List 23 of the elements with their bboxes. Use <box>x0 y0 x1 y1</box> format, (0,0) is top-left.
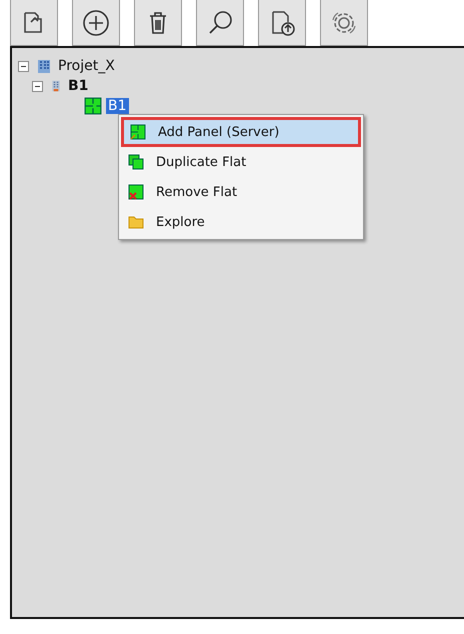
building-icon <box>50 78 62 94</box>
collapse-icon[interactable] <box>18 60 29 72</box>
toolbar-button[interactable] <box>134 0 182 46</box>
folder-icon <box>128 214 144 230</box>
floor-plan-icon <box>130 124 146 140</box>
floor-plans-icon <box>128 154 144 170</box>
toolbar-button[interactable] <box>72 0 120 46</box>
toolbar-button[interactable] <box>258 0 306 46</box>
tree-item[interactable]: B1 <box>66 78 90 94</box>
floor-plan-remove-icon <box>128 184 144 200</box>
buildings-icon <box>36 58 52 74</box>
menu-item[interactable]: Remove Flat <box>121 177 361 207</box>
collapse-icon[interactable] <box>32 80 43 92</box>
toolbar-button[interactable] <box>10 0 58 46</box>
tree-item[interactable]: Projet_X <box>56 58 117 74</box>
menu-item[interactable]: Add Panel (Server) <box>121 117 361 147</box>
menu-item[interactable]: Explore <box>121 207 361 237</box>
tree-item[interactable]: B1 <box>106 98 129 114</box>
add-icon <box>81 8 111 38</box>
menu-item[interactable]: Duplicate Flat <box>121 147 361 177</box>
floor-plan-icon <box>84 97 102 115</box>
toolbar-button[interactable] <box>320 0 368 46</box>
toolbar-button[interactable] <box>196 0 244 46</box>
